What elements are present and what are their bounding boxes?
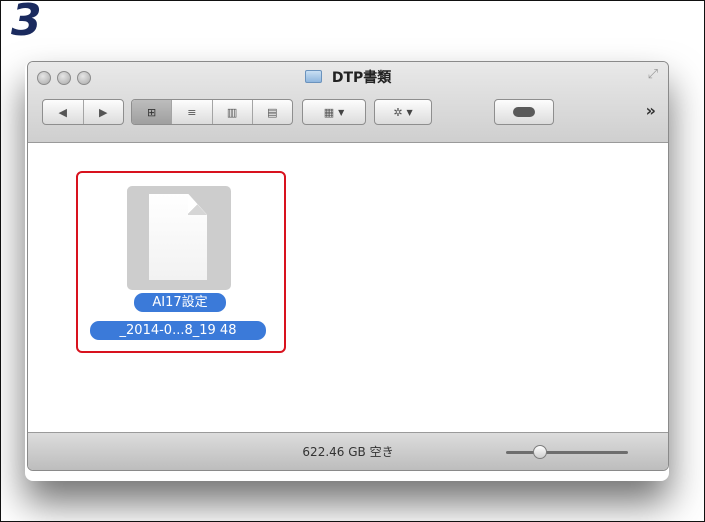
coverflow-view-button[interactable]: ▤ (253, 100, 292, 124)
status-bar: 622.46 GB 空き (28, 432, 668, 470)
icon-view-icon: ⊞ (147, 105, 157, 119)
back-button[interactable]: ◀ (43, 100, 84, 124)
file-name-line2[interactable]: _2014-0...8_19 48 (90, 321, 266, 340)
titlebar: DTP書類 ⤢ ◀ ▶ ⊞ ≡ ▥ ▤ ▦ ▼ ✲ ▼ » (28, 62, 668, 143)
coverflow-view-icon: ▤ (267, 105, 278, 119)
view-mode-buttons: ⊞ ≡ ▥ ▤ (131, 99, 293, 125)
arrange-button-inner: ▦ ▼ (303, 100, 365, 124)
step-number: 3 (11, 0, 42, 46)
icon-size-slider-track[interactable] (506, 451, 628, 454)
pill-icon (513, 107, 535, 117)
fullscreen-icon[interactable]: ⤢ (648, 67, 658, 82)
chevron-down-icon: ▼ (338, 107, 345, 117)
more-toolbar-icon[interactable]: » (646, 101, 656, 120)
icon-size-slider-knob[interactable] (533, 445, 547, 459)
toolbar-toggle-inner (495, 100, 553, 124)
gear-icon: ✲ (393, 105, 403, 119)
list-view-icon: ≡ (187, 105, 197, 119)
window-title-area: DTP書類 (28, 67, 668, 87)
back-icon: ◀ (58, 105, 67, 119)
nav-buttons: ◀ ▶ (42, 99, 124, 125)
folder-icon (304, 70, 322, 83)
window-title: DTP書類 (331, 70, 392, 86)
forward-icon: ▶ (99, 105, 108, 119)
icon-view-button[interactable]: ⊞ (132, 100, 173, 124)
arrange-icon: ▦ (323, 105, 335, 119)
action-button-inner: ✲ ▼ (375, 100, 431, 124)
file-browser-content[interactable]: AI17設定 _2014-0...8_19 48 (28, 143, 668, 432)
chevron-down-icon: ▼ (406, 107, 413, 117)
finder-window: DTP書類 ⤢ ◀ ▶ ⊞ ≡ ▥ ▤ ▦ ▼ ✲ ▼ » AI17設定 _20… (27, 61, 669, 471)
list-view-button[interactable]: ≡ (172, 100, 213, 124)
file-icon-tile[interactable] (127, 186, 231, 290)
screenshot-frame: 3 DTP書類 ⤢ ◀ ▶ ⊞ ≡ ▥ ▤ ▦ ▼ ✲ ▼ » AI17設定 _… (0, 0, 705, 522)
toolbar-toggle-button[interactable] (494, 99, 554, 125)
file-name-line1[interactable]: AI17設定 (134, 293, 226, 312)
column-view-icon: ▥ (226, 105, 238, 119)
forward-button[interactable]: ▶ (84, 100, 124, 124)
column-view-button[interactable]: ▥ (213, 100, 253, 124)
arrange-button[interactable]: ▦ ▼ (302, 99, 366, 125)
action-button[interactable]: ✲ ▼ (374, 99, 432, 125)
